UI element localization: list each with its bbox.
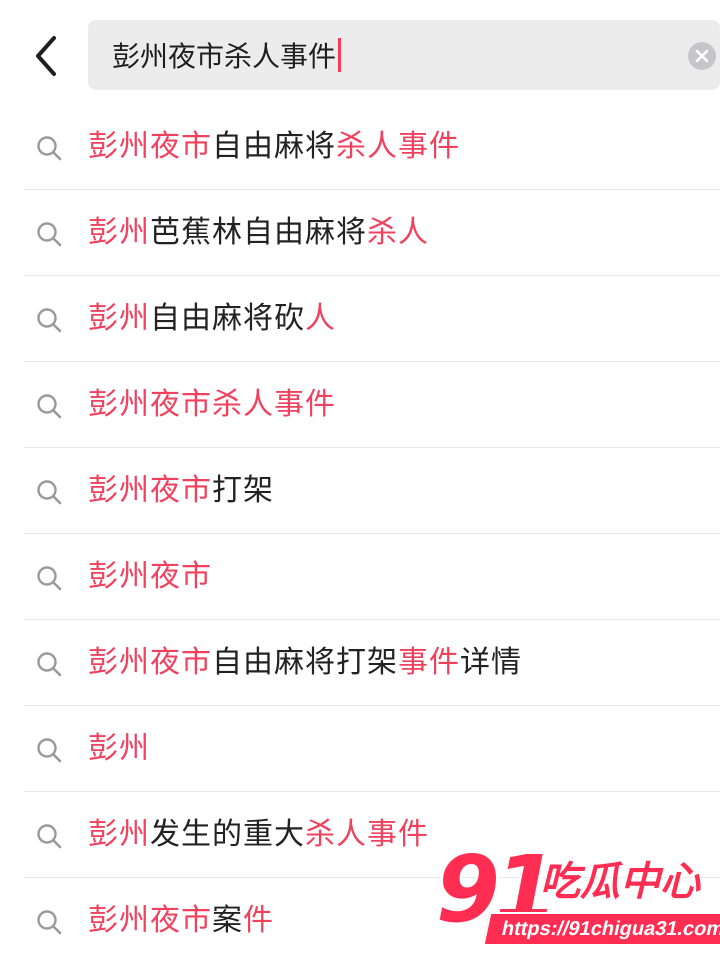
suggestion-item[interactable]: 彭州夜市 <box>24 534 720 620</box>
search-icon <box>37 910 62 935</box>
search-header: 彭州夜市杀人事件 <box>0 0 720 108</box>
suggestion-text: 自由麻将 <box>212 129 336 164</box>
highlighted-text: 彭州 <box>88 731 150 766</box>
search-icon <box>37 652 62 677</box>
suggestion-item[interactable]: 彭州夜市杀人事件 <box>24 362 720 448</box>
suggestion-label: 彭州夜市案件 <box>88 902 274 940</box>
search-icon <box>37 824 62 849</box>
search-icon <box>37 480 62 505</box>
suggestion-text: 发生的重大 <box>150 817 305 852</box>
search-page: 彭州夜市杀人事件 彭州夜市自由麻将杀人事件 彭州芭蕉林自由麻将杀人 彭州自由麻将砍人… <box>0 0 720 958</box>
highlighted-text: 彭州夜市杀人事件 <box>88 387 336 422</box>
highlighted-text: 杀人事件 <box>305 817 429 852</box>
suggestion-item[interactable]: 彭州夜市打架 <box>24 448 720 534</box>
text-cursor <box>338 38 342 72</box>
suggestion-text: 案 <box>212 903 243 938</box>
highlighted-text: 彭州夜市 <box>88 645 212 680</box>
search-icon <box>37 136 62 161</box>
suggestion-text: 芭蕉林自由麻将 <box>150 215 367 250</box>
suggestion-item[interactable]: 彭州夜市自由麻将杀人事件 <box>24 104 720 190</box>
suggestion-text: 详情 <box>460 645 522 680</box>
suggestion-label: 彭州夜市杀人事件 <box>88 386 336 424</box>
search-icon <box>37 394 62 419</box>
highlighted-text: 彭州夜市 <box>88 903 212 938</box>
watermark-url: https://91chigua31.com <box>482 912 720 946</box>
highlighted-text: 彭州夜市 <box>88 559 212 594</box>
clear-circle-icon <box>695 49 709 63</box>
suggestion-label: 彭州夜市自由麻将打架事件详情 <box>88 644 522 682</box>
highlighted-text: 杀人 <box>367 215 429 250</box>
suggestion-item[interactable]: 彭州芭蕉林自由麻将杀人 <box>24 190 720 276</box>
suggestion-text: 打架 <box>212 473 274 508</box>
watermark-logo: 91 吃瓜中心 https://91chigua31.com <box>434 838 720 956</box>
highlighted-text: 彭州夜市 <box>88 473 212 508</box>
watermark-title: 吃瓜中心 <box>539 858 702 907</box>
highlighted-text: 彭州 <box>88 301 150 336</box>
clear-search-button[interactable] <box>688 42 716 70</box>
search-input[interactable]: 彭州夜市杀人事件 <box>88 20 720 90</box>
search-icon <box>37 308 62 333</box>
search-icon <box>37 222 62 247</box>
highlighted-text: 件 <box>243 903 274 938</box>
highlighted-text: 彭州 <box>88 817 150 852</box>
back-button[interactable] <box>24 30 68 82</box>
suggestion-item[interactable]: 彭州 <box>24 706 720 792</box>
search-query-text: 彭州夜市杀人事件 <box>112 38 342 74</box>
suggestion-label: 彭州 <box>88 730 150 768</box>
highlighted-text: 人 <box>305 301 336 336</box>
suggestion-label: 彭州芭蕉林自由麻将杀人 <box>88 214 429 252</box>
suggestion-label: 彭州夜市 <box>88 558 212 596</box>
highlighted-text: 彭州夜市 <box>88 129 212 164</box>
suggestion-item[interactable]: 彭州自由麻将砍人 <box>24 276 720 362</box>
suggestion-label: 彭州发生的重大杀人事件 <box>88 816 429 854</box>
suggestion-item[interactable]: 彭州夜市自由麻将打架事件详情 <box>24 620 720 706</box>
suggestion-text: 自由麻将打架 <box>212 645 398 680</box>
suggestion-text: 自由麻将砍 <box>150 301 305 336</box>
suggestion-label: 彭州夜市自由麻将杀人事件 <box>88 128 460 166</box>
chevron-left-icon <box>36 36 56 76</box>
suggestion-label: 彭州自由麻将砍人 <box>88 300 336 338</box>
search-icon <box>37 566 62 591</box>
suggestion-list: 彭州夜市自由麻将杀人事件 彭州芭蕉林自由麻将杀人 彭州自由麻将砍人 彭州夜市杀人事件彭… <box>0 104 720 958</box>
highlighted-text: 事件 <box>398 645 460 680</box>
highlighted-text: 杀人事件 <box>336 129 460 164</box>
search-query-value: 彭州夜市杀人事件 <box>112 40 337 73</box>
search-icon <box>37 738 62 763</box>
suggestion-label: 彭州夜市打架 <box>88 472 274 510</box>
highlighted-text: 彭州 <box>88 215 150 250</box>
